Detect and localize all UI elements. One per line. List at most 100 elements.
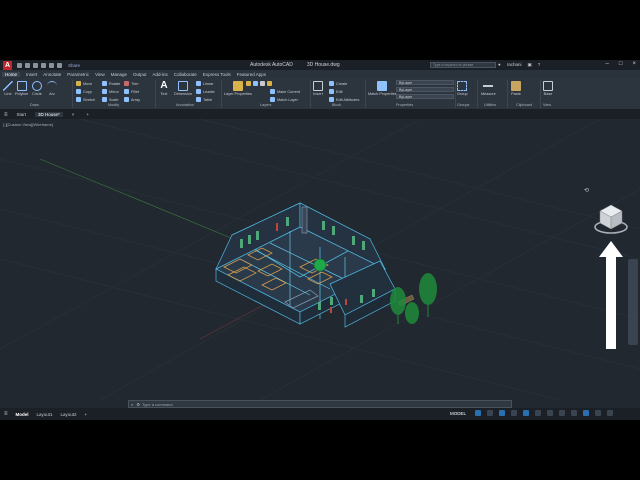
stretch-tool[interactable]: Stretch [76, 97, 95, 102]
paste-tool[interactable]: Paste [511, 81, 521, 96]
line-tool[interactable]: Line [3, 81, 13, 96]
table-tool[interactable]: Table [196, 97, 212, 102]
mirror-tool[interactable]: Mirror [102, 89, 119, 94]
circle-tool[interactable]: Circle [32, 81, 42, 96]
drawing-viewport[interactable]: [-][Custom View][Wireframe] ⟲ [0, 119, 640, 400]
move-tool[interactable]: Move [76, 81, 92, 86]
command-line[interactable]: × ⚙ Type a command [128, 400, 512, 408]
workspace-icon[interactable] [559, 410, 566, 416]
tab-home[interactable]: Home [2, 71, 21, 77]
lineweight-dropdown[interactable]: ByLayer [396, 94, 454, 99]
groups-panel-label[interactable]: Groups [457, 103, 469, 107]
house-model[interactable] [0, 119, 640, 400]
block-panel-label[interactable]: Block [332, 103, 341, 107]
undo-icon[interactable] [49, 62, 54, 68]
snap-icon[interactable] [487, 410, 494, 416]
array-tool[interactable]: Array [124, 97, 140, 102]
properties-panel-label[interactable]: Properties [396, 103, 413, 107]
model-space-toggle[interactable]: MODEL [450, 411, 466, 416]
maximize-icon[interactable]: □ [619, 61, 623, 67]
new-icon[interactable] [17, 62, 22, 68]
navigation-bar[interactable] [628, 259, 638, 345]
annotation-panel-label[interactable]: Annotation [176, 103, 194, 107]
fillet-tool[interactable]: Fillet [124, 89, 139, 94]
insert-tool[interactable]: Insert [313, 81, 323, 96]
tab-collaborate[interactable]: Collaborate [174, 72, 197, 77]
lineweight-icon[interactable] [535, 410, 542, 416]
cart-icon[interactable]: ▣ [527, 62, 531, 68]
layout-menu-icon[interactable]: ≡ [4, 411, 8, 417]
tab-view[interactable]: View [95, 72, 105, 77]
viewcube[interactable] [591, 199, 631, 239]
scale-tool[interactable]: Scale [102, 97, 119, 102]
tab-parametric[interactable]: Parametric [67, 72, 89, 77]
share-button[interactable]: Share [68, 63, 80, 68]
color-dropdown[interactable]: ByLayer [396, 80, 454, 85]
edit-attributes-tool[interactable]: Edit Attributes [329, 97, 359, 102]
tab-express-tools[interactable]: Express Tools [203, 72, 231, 77]
linear-tool[interactable]: Linear [196, 81, 214, 86]
customize-icon[interactable] [607, 410, 614, 416]
tab-model[interactable]: Model [16, 412, 29, 417]
layer-state-icons[interactable] [246, 81, 272, 86]
fullscreen-icon[interactable] [595, 410, 602, 416]
add-layout-icon[interactable]: + [85, 412, 88, 417]
close-cmdline-icon[interactable]: × [131, 402, 133, 407]
rotate-tool[interactable]: Rotate [102, 81, 120, 86]
open-icon[interactable] [25, 62, 30, 68]
base-tool[interactable]: Base [543, 81, 553, 96]
close-tab-icon[interactable]: × [69, 112, 78, 117]
app-logo[interactable]: A [3, 60, 12, 70]
osnap-icon[interactable] [523, 410, 530, 416]
plot-icon[interactable] [41, 62, 46, 68]
save-icon[interactable] [33, 62, 38, 68]
view-panel-label[interactable]: View [543, 103, 551, 107]
orbit-icon[interactable]: ⟲ [584, 187, 589, 194]
tab-start[interactable]: Start [14, 112, 30, 117]
layers-panel-label[interactable]: Layers [260, 103, 271, 107]
tab-insert[interactable]: Insert [26, 72, 37, 77]
tab-featured-apps[interactable]: Featured Apps [237, 72, 266, 77]
make-current-tool[interactable]: Make Current [270, 89, 300, 94]
draw-panel-label[interactable]: Draw [30, 103, 39, 107]
isolate-icon[interactable] [571, 410, 578, 416]
match-layer-tool[interactable]: Match Layer [270, 97, 298, 102]
wrench-icon[interactable]: ⚙ [136, 402, 140, 407]
annotation-scale-icon[interactable] [547, 410, 554, 416]
tab-layout1[interactable]: Layout1 [37, 412, 53, 417]
edit-block-tool[interactable]: Edit [329, 89, 343, 94]
tab-annotate[interactable]: Annotate [43, 72, 61, 77]
help-icon[interactable]: ? [538, 62, 541, 68]
modify-panel-label[interactable]: Modify [108, 103, 119, 107]
minimize-icon[interactable]: – [606, 61, 609, 67]
measure-tool[interactable]: Measure [481, 81, 496, 96]
match-properties-tool[interactable]: Match Properties [368, 81, 397, 96]
dimension-tool[interactable]: Dimension [174, 81, 192, 96]
menu-icon[interactable]: ≡ [4, 112, 8, 118]
tab-output[interactable]: Output [133, 72, 147, 77]
new-tab-icon[interactable]: + [83, 112, 92, 117]
command-input[interactable]: Type a command [142, 402, 173, 407]
linetype-dropdown[interactable]: ByLayer [396, 87, 454, 92]
close-icon[interactable]: × [632, 61, 636, 67]
ortho-icon[interactable] [499, 410, 506, 416]
tab-layout2[interactable]: Layout2 [61, 412, 77, 417]
tab-manage[interactable]: Manage [111, 72, 127, 77]
tab-3d-house[interactable]: 3D House* [35, 112, 63, 117]
copy-tool[interactable]: Copy [76, 89, 92, 94]
polar-icon[interactable] [511, 410, 518, 416]
group-tool[interactable]: Group [457, 81, 468, 96]
utilities-panel-label[interactable]: Utilities [484, 103, 496, 107]
clipboard-panel-label[interactable]: Clipboard [516, 103, 532, 107]
units-icon[interactable] [583, 410, 590, 416]
create-block-tool[interactable]: Create [329, 81, 347, 86]
arc-tool[interactable]: Arc [47, 81, 57, 96]
user-area[interactable]: ● rachani ▣ ? [498, 62, 540, 68]
polyline-tool[interactable]: Polyline [15, 81, 28, 96]
leader-tool[interactable]: Leader [196, 89, 215, 94]
tab-add-ins[interactable]: Add-ins [153, 72, 168, 77]
search-input[interactable]: Type a keyword or phrase [430, 62, 496, 68]
text-tool[interactable]: A Text [159, 81, 169, 97]
grid-icon[interactable] [475, 410, 482, 416]
redo-icon[interactable] [57, 62, 62, 68]
